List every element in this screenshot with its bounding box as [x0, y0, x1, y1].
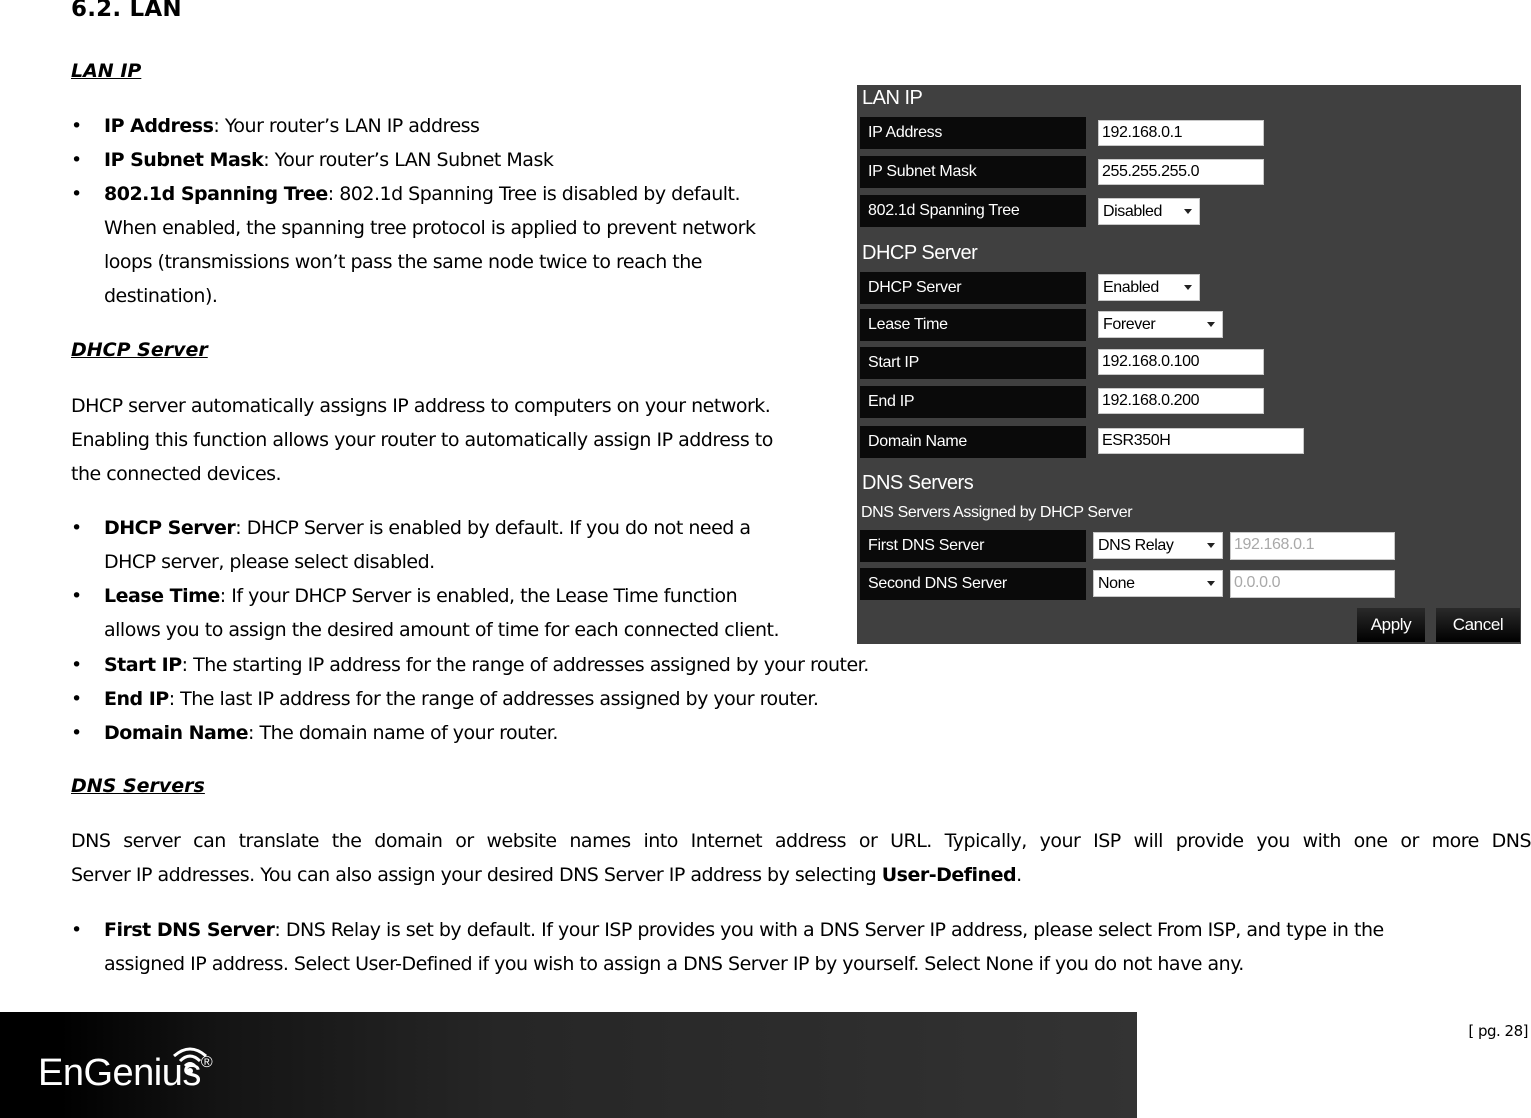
second-dns-mode-select[interactable]: None [1093, 570, 1223, 597]
lan-ip-heading: LAN IP [71, 60, 142, 82]
domain-name-label: Domain Name [860, 426, 1086, 458]
chevron-down-icon [1207, 543, 1215, 548]
bullet-ip-address: • IP Address: Your router’s LAN IP addres… [71, 115, 480, 137]
lease-time-select[interactable]: Forever [1098, 311, 1223, 338]
bullet-start-ip: • Start IP: The starting IP address for t… [71, 654, 869, 676]
bullet-end-ip: • End IP: The last IP address for the ran… [71, 688, 819, 710]
end-ip-input[interactable]: 192.168.0.200 [1098, 388, 1264, 414]
start-ip-input[interactable]: 192.168.0.100 [1098, 349, 1264, 375]
chevron-down-icon [1184, 209, 1192, 214]
spanning-tree-select[interactable]: Disabled [1098, 198, 1200, 225]
panel-dns-title: DNS Servers [862, 472, 974, 494]
footer-banner: EnGenius® [0, 1012, 1137, 1118]
bullet-subnet-mask: • IP Subnet Mask: Your router’s LAN Subne… [71, 149, 554, 171]
first-dns-label: First DNS Server [860, 530, 1086, 562]
spanning-tree-label: 802.1d Spanning Tree [860, 195, 1086, 227]
ip-address-input[interactable]: 192.168.0.1 [1098, 120, 1264, 146]
page-number: [ pg. 28] [1468, 1022, 1528, 1040]
panel-dns-subtitle: DNS Servers Assigned by DHCP Server [861, 504, 1133, 521]
domain-name-input[interactable]: ESR350H [1098, 428, 1304, 454]
subnet-mask-input[interactable]: 255.255.255.0 [1098, 159, 1264, 185]
chevron-down-icon [1184, 285, 1192, 290]
dns-heading: DNS Servers [71, 775, 205, 797]
bullet-dhcp-server: • DHCP Server: DHCP Server is enabled by … [71, 517, 751, 573]
panel-dhcp-title: DHCP Server [862, 242, 978, 264]
wifi-icon [173, 1047, 207, 1074]
chevron-down-icon [1207, 322, 1215, 327]
section-title: 6.2. LAN [71, 0, 182, 22]
dhcp-paragraph: DHCP server automatically assigns IP add… [71, 395, 773, 485]
lease-time-label: Lease Time [860, 309, 1086, 341]
ip-address-label: IP Address [860, 117, 1086, 149]
panel-lan-ip-title: LAN IP [862, 87, 923, 109]
chevron-down-icon [1207, 581, 1215, 586]
start-ip-label: Start IP [860, 347, 1086, 379]
bullet-domain-name: • Domain Name: The domain name of your ro… [71, 722, 558, 744]
first-dns-mode-select[interactable]: DNS Relay [1093, 532, 1223, 559]
bullet-first-dns: • First DNS Server: DNS Relay is set by d… [71, 919, 1384, 975]
second-dns-label: Second DNS Server [860, 568, 1086, 600]
lan-settings-panel: LAN IP IP Address 192.168.0.1 IP Subnet … [857, 85, 1521, 644]
apply-button[interactable]: Apply [1357, 608, 1425, 642]
dns-paragraph: DNS server can translate the domain or w… [71, 830, 1531, 886]
second-dns-ip-input[interactable]: 0.0.0.0 [1230, 570, 1395, 598]
bullet-lease-time: • Lease Time: If your DHCP Server is enab… [71, 585, 780, 641]
end-ip-label: End IP [860, 386, 1086, 418]
cancel-button[interactable]: Cancel [1436, 608, 1520, 642]
subnet-mask-label: IP Subnet Mask [860, 156, 1086, 188]
dhcp-server-select[interactable]: Enabled [1098, 274, 1200, 301]
dhcp-server-label: DHCP Server [860, 272, 1086, 304]
bullet-spanning-tree: • 802.1d Spanning Tree: 802.1d Spanning T… [71, 183, 756, 307]
dhcp-heading: DHCP Server [71, 339, 208, 361]
first-dns-ip-input[interactable]: 192.168.0.1 [1230, 532, 1395, 560]
